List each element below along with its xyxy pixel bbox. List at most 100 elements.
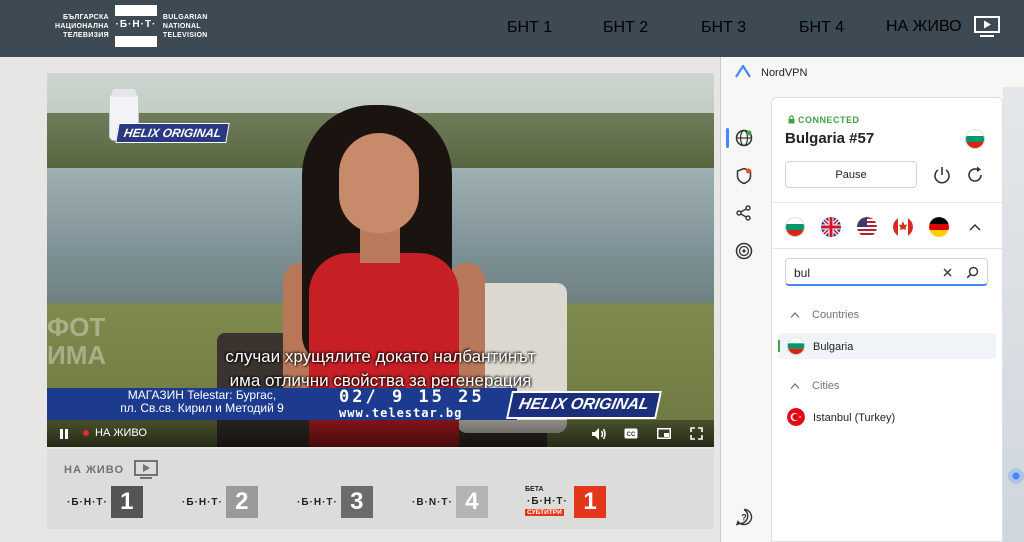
subtitle-line-1: случаи хрущялите докато налбантинът: [225, 347, 536, 366]
country-row-bulgaria[interactable]: [778, 333, 996, 359]
logo-line: БЪЛГАРСКА: [62, 13, 109, 21]
search-value: bul: [794, 266, 811, 280]
cities-section-label: Cities: [812, 380, 840, 392]
lock-icon: [788, 115, 795, 124]
bulgaria-flag-icon: [787, 337, 805, 355]
live-indicator-label: НА ЖИВО: [95, 427, 147, 439]
channel-bnt2[interactable]: ·Б·Н·Т· 2: [182, 486, 258, 518]
uk-flag-icon[interactable]: [821, 217, 841, 237]
channel-number: 3: [340, 486, 373, 518]
live-channels-label-text: НА ЖИВО: [64, 463, 125, 476]
chevron-up-icon[interactable]: [969, 222, 981, 232]
collapse-countries-icon[interactable]: [790, 311, 800, 319]
nav-bnt1[interactable]: БНТ 1: [507, 19, 552, 37]
live-channels-strip: НА ЖИВО ·Б·Н·Т· 1 ·Б·Н·Т· 2 ·Б·Н·Т· 3 ·B…: [47, 449, 714, 529]
channel-number: 1: [110, 486, 143, 518]
meshnet-icon[interactable]: [734, 203, 754, 223]
help-icon[interactable]: ?: [734, 507, 754, 527]
germany-flag-icon[interactable]: [929, 217, 949, 237]
nordvpn-logo-icon: [735, 65, 751, 78]
server-name: Bulgaria #57: [785, 130, 875, 147]
site-header: БЪЛГАРСКА НАЦИОНАЛНА ТЕЛЕВИЗИЯ ·Б·Н·Т· B…: [0, 0, 1024, 57]
active-indicator: [726, 128, 729, 148]
channel-number: 1: [574, 486, 606, 518]
channel-bnt3[interactable]: ·Б·Н·Т· 3: [297, 486, 373, 518]
svg-text:?: ?: [741, 513, 747, 523]
connected-indicator: [778, 340, 780, 352]
pause-button[interactable]: Pause: [785, 161, 917, 188]
logo-mark-text: ·Б·Н·Т·: [115, 19, 157, 30]
collapse-cities-icon[interactable]: [790, 382, 800, 390]
player-controls: НА ЖИВО CC: [47, 420, 714, 447]
video-player[interactable]: HELIX ORIGINAL ФОТ ИМА случаи хрущялите …: [47, 73, 714, 447]
channel-brand: ·B·N·T·: [412, 496, 453, 508]
ad-website: www.telestar.bg: [339, 406, 463, 420]
channel-number: 4: [455, 486, 488, 518]
disconnect-icon[interactable]: [932, 165, 952, 185]
channel-brand: ·Б·Н·Т·: [182, 496, 223, 508]
search-icon[interactable]: [966, 266, 979, 279]
ad-shop-line: пл. Св.св. Кирил и Методий 9: [120, 401, 284, 415]
tv-play-icon: [973, 16, 1000, 37]
canada-flag-icon[interactable]: [893, 217, 913, 237]
channel-bnt1-subtitles[interactable]: БЕТА ·Б·Н·Т· СУБТИТРИ 1: [525, 486, 606, 518]
map-location-dot-icon: [1008, 468, 1024, 484]
dark-web-monitor-icon[interactable]: [734, 241, 754, 261]
nav-live-label: НА ЖИВО: [886, 18, 962, 36]
usa-flag-icon[interactable]: [857, 217, 877, 237]
reconnect-icon[interactable]: [965, 165, 985, 185]
vpn-connection-card: CONNECTED Bulgaria #57 Pause bul Countri…: [771, 97, 1003, 542]
logo-text-en: BULGARIAN NATIONAL TELEVISION: [163, 13, 208, 40]
volume-icon[interactable]: [591, 427, 607, 441]
logo-line: NATIONAL: [162, 22, 201, 30]
live-indicator[interactable]: НА ЖИВО: [83, 427, 147, 439]
subtitles-tag: СУБТИТРИ: [525, 509, 564, 516]
channel-bnt4[interactable]: ·B·N·T· 4: [412, 486, 488, 518]
ad-shop-address: МАГАЗИН Telestar: Бургас, пл. Св.св. Кир…: [87, 389, 317, 415]
logo-line: НАЦИОНАЛНА: [55, 22, 109, 30]
bulgaria-flag-icon: [965, 129, 985, 149]
fullscreen-icon[interactable]: [690, 427, 703, 440]
beta-tag: БЕТА: [525, 486, 544, 493]
ad-banner: МАГАЗИН Telestar: Бургас, пл. Св.св. Кир…: [47, 387, 517, 420]
channel-bnt1[interactable]: ·Б·Н·Т· 1: [67, 486, 143, 518]
country-result-label: Bulgaria: [813, 341, 854, 353]
nav-bnt4[interactable]: БНТ 4: [799, 19, 844, 37]
vpn-sidebar: ? 45: [721, 87, 766, 542]
svg-text:CC: CC: [627, 432, 636, 438]
ad-brand-badge: HELIX ORIGINAL: [506, 391, 662, 419]
logo-line: BULGARIAN: [162, 13, 208, 21]
nav-bnt2[interactable]: БНТ 2: [603, 19, 648, 37]
clear-icon[interactable]: [943, 268, 952, 277]
threat-protection-icon[interactable]: [734, 166, 754, 186]
logo-line: ТЕЛЕВИЗИЯ: [63, 31, 109, 39]
ad-phone: 02/ 9 15 25: [339, 387, 485, 407]
pause-icon[interactable]: [58, 428, 70, 440]
nordvpn-window: NordVPN ? 45 CONNECTED Bulgaria #57: [720, 57, 1024, 542]
live-dot-icon: [83, 430, 89, 437]
channel-brand: ·Б·Н·Т·: [527, 496, 568, 507]
logo-mark: ·Б·Н·Т·: [114, 5, 157, 47]
picture-in-picture-icon[interactable]: [657, 428, 671, 439]
turkey-flag-icon: [787, 408, 805, 426]
channel-brand: ·Б·Н·Т·: [297, 496, 338, 508]
live-channels-label: НА ЖИВО: [64, 460, 159, 480]
bnt-logo[interactable]: БЪЛГАРСКА НАЦИОНАЛНА ТЕЛЕВИЗИЯ ·Б·Н·Т· B…: [55, 5, 208, 47]
connection-status: CONNECTED: [788, 115, 860, 125]
channel-number: 2: [225, 486, 258, 518]
logo-line: TELEVISION: [162, 31, 208, 39]
channel-brand: ·Б·Н·Т·: [67, 496, 108, 508]
globe-icon[interactable]: [734, 128, 754, 148]
city-result-label: Istanbul (Turkey): [813, 412, 896, 424]
country-search-input[interactable]: bul: [785, 258, 988, 286]
nav-live[interactable]: НА ЖИВО: [886, 16, 1000, 38]
vpn-map[interactable]: [1003, 87, 1024, 542]
bulgaria-flag-icon[interactable]: [785, 217, 805, 237]
product-badge: HELIX ORIGINAL: [115, 123, 231, 143]
countries-section-label: Countries: [812, 309, 860, 321]
captions-icon[interactable]: CC: [624, 428, 638, 439]
logo-text-bg: БЪЛГАРСКА НАЦИОНАЛНА ТЕЛЕВИЗИЯ: [55, 13, 109, 40]
ghost-line: ФОТ: [47, 312, 106, 342]
channel-brand-block: БЕТА ·Б·Н·Т· СУБТИТРИ: [525, 486, 571, 518]
nav-bnt3[interactable]: БНТ 3: [701, 19, 746, 37]
